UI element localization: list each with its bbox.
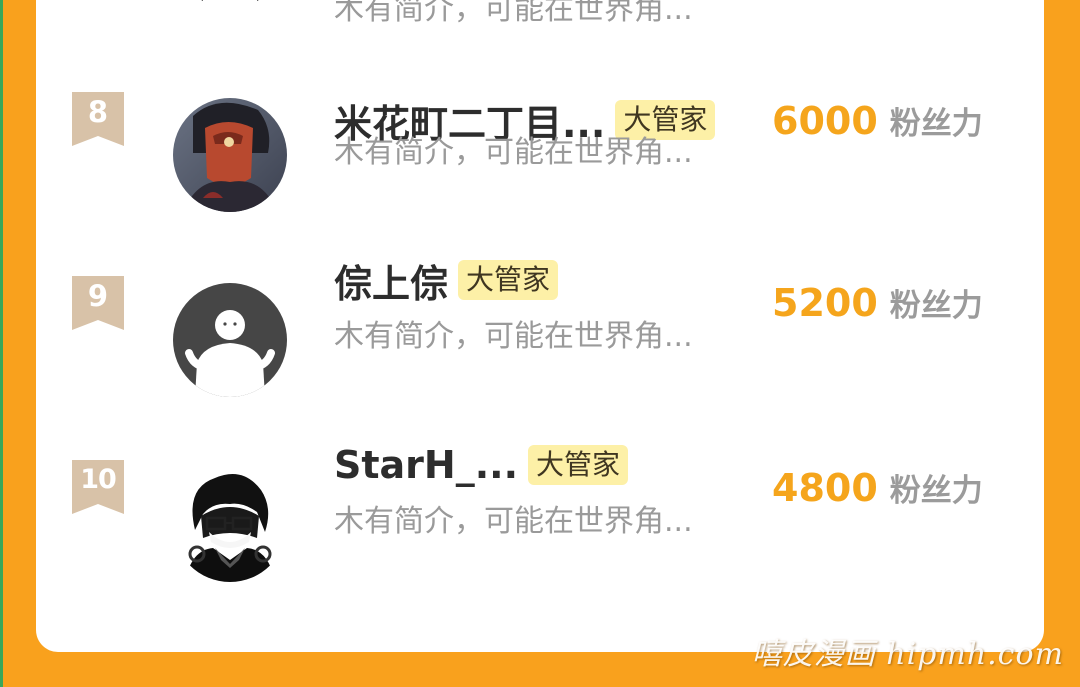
avatar[interactable] <box>173 0 287 9</box>
avatar[interactable] <box>173 98 287 212</box>
role-tag: 大管家 <box>528 445 629 485</box>
partial-avatar-icon <box>173 0 287 9</box>
avatar[interactable] <box>173 468 287 582</box>
username[interactable]: StarH_... <box>334 443 518 487</box>
bio-text: 木有简介，可能在世界角... <box>334 0 693 27</box>
ranking-row-partial[interactable]: 木有简介，可能在世界角... <box>36 0 1044 58</box>
avatar[interactable] <box>173 283 287 397</box>
fan-score: 4800 粉丝力 <box>772 465 983 510</box>
rank-number: 9 <box>87 279 109 313</box>
rank-number: 10 <box>80 464 117 495</box>
bio-text: 木有简介，可能在世界角... <box>334 135 693 170</box>
fan-score: 5200 粉丝力 <box>772 280 983 325</box>
rank-badge: 9 <box>72 276 124 330</box>
ranking-row[interactable]: 8 米花町二丁目... 大管家 木有简介，可能在世界角... 6000 粉丝力 <box>36 86 1044 236</box>
masked-character-avatar-icon <box>173 98 287 212</box>
score-value: 6000 <box>772 99 878 143</box>
score-unit: 粉丝力 <box>889 106 983 142</box>
name-line: StarH_... 大管家 <box>334 441 629 489</box>
fan-score: 6000 粉丝力 <box>772 98 983 143</box>
rank-badge: 8 <box>72 92 124 146</box>
username[interactable]: 倧上倧 <box>334 253 448 308</box>
score-value: 4800 <box>772 466 878 510</box>
anime-glasses-avatar-icon <box>173 468 287 582</box>
left-edge-strip <box>0 0 3 687</box>
score-value: 5200 <box>772 281 878 325</box>
default-user-avatar-icon <box>173 283 287 397</box>
rank-badge: 10 <box>72 460 124 514</box>
rank-number: 8 <box>87 95 109 129</box>
ranking-row[interactable]: 10 StarH_... 大管家 木有简介，可能在世界角... 4800 粉丝力 <box>36 443 1044 606</box>
role-tag: 大管家 <box>458 260 559 300</box>
ranking-row[interactable]: 9 倧上倧 大管家 木有简介，可能在世界角... 5200 粉丝力 <box>36 260 1044 421</box>
score-unit: 粉丝力 <box>889 288 983 324</box>
ranking-card: 木有简介，可能在世界角... 8 米花町二丁目... 大管家 木有简介，可能在世… <box>36 0 1044 652</box>
score-unit: 粉丝力 <box>889 473 983 509</box>
bio-text: 木有简介，可能在世界角... <box>334 504 693 539</box>
name-line: 倧上倧 大管家 <box>334 256 559 306</box>
bio-text: 木有简介，可能在世界角... <box>334 319 693 354</box>
site-watermark: 嘻皮漫画 hipmh.com <box>751 637 1064 672</box>
